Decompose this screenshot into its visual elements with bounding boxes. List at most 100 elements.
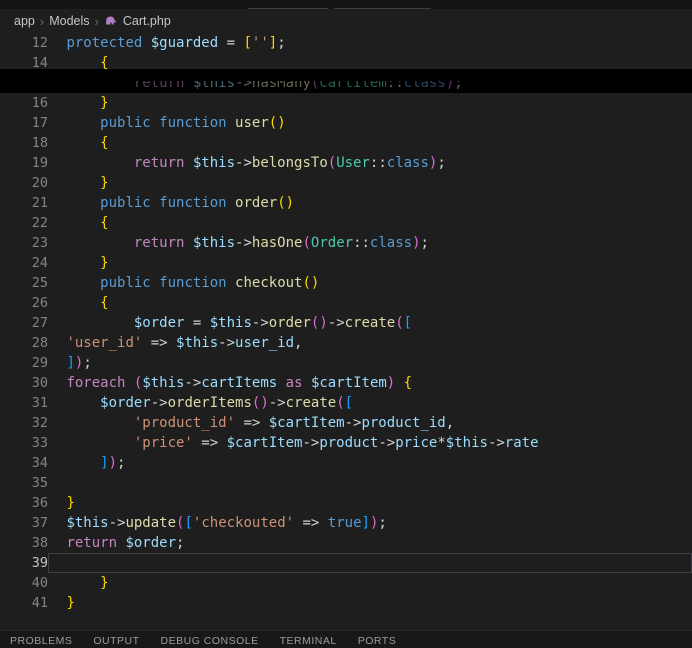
code-line[interactable]: 41 } bbox=[0, 593, 692, 613]
line-number[interactable]: 28 bbox=[0, 333, 48, 353]
code-line[interactable]: 38 return $order; bbox=[0, 533, 692, 553]
panel-tab-debug-console[interactable]: DEBUG CONSOLE bbox=[161, 635, 259, 647]
panel-tab-output[interactable]: OUTPUT bbox=[93, 635, 139, 647]
line-number[interactable]: 34 bbox=[0, 453, 48, 473]
code-token: [ bbox=[184, 515, 193, 531]
code-line[interactable]: 22 { bbox=[0, 213, 692, 233]
code-token: -> bbox=[268, 395, 286, 411]
line-number[interactable]: 22 bbox=[0, 213, 48, 233]
code-line[interactable]: 27 $order = $this->order()->create([ bbox=[0, 313, 692, 333]
breadcrumb: app › Models › Cart.php bbox=[0, 9, 692, 33]
code-token: -> bbox=[251, 315, 269, 331]
code-token: $cartItem bbox=[310, 375, 387, 391]
line-number[interactable]: 17 bbox=[0, 113, 48, 133]
code-line[interactable]: 24 } bbox=[0, 253, 692, 273]
code-text: { bbox=[48, 133, 692, 153]
code-line[interactable]: 29 ]); bbox=[0, 353, 692, 373]
code-line[interactable]: 18 { bbox=[0, 133, 692, 153]
line-number[interactable]: 29 bbox=[0, 353, 48, 373]
code-token: -> bbox=[378, 435, 396, 451]
code-token: -> bbox=[184, 375, 202, 391]
code-line[interactable]: 32 'product_id' => $cartItem->product_id… bbox=[0, 413, 692, 433]
line-number[interactable]: 37 bbox=[0, 513, 48, 533]
line-number[interactable]: 19 bbox=[0, 153, 48, 173]
code-token: ( bbox=[395, 315, 404, 331]
code-token: 'checkouted' bbox=[192, 515, 295, 531]
line-number[interactable]: 31 bbox=[0, 393, 48, 413]
line-number[interactable]: 36 bbox=[0, 493, 48, 513]
line-number[interactable]: 33 bbox=[0, 433, 48, 453]
code-line[interactable]: 28 'user_id' => $this->user_id, bbox=[0, 333, 692, 353]
code-text: $order = $this->order()->create([ bbox=[48, 313, 692, 333]
code-line[interactable]: 39 bbox=[0, 553, 692, 573]
line-number[interactable]: 38 bbox=[0, 533, 48, 553]
code-line[interactable]: 26 { bbox=[0, 293, 692, 313]
code-text: $this->update(['checkouted' => true]); bbox=[48, 513, 692, 533]
code-line[interactable]: 30 foreach ($this->cartItems as $cartIte… bbox=[0, 373, 692, 393]
code-line[interactable]: return $this->hasMany(CartItem::class); bbox=[0, 69, 692, 93]
code-token: function bbox=[159, 275, 227, 291]
code-line[interactable]: 31 $order->orderItems()->create([ bbox=[0, 393, 692, 413]
code-token: ; bbox=[454, 75, 463, 91]
line-number[interactable]: 40 bbox=[0, 573, 48, 593]
line-number[interactable]: 24 bbox=[0, 253, 48, 273]
line-number[interactable]: 30 bbox=[0, 373, 48, 393]
code-token: 'user_id' bbox=[66, 335, 143, 351]
line-number[interactable]: 32 bbox=[0, 413, 48, 433]
breadcrumb-item-app[interactable]: app bbox=[14, 14, 35, 28]
code-token: $cartItem bbox=[226, 435, 303, 451]
line-number[interactable]: 12 bbox=[0, 33, 48, 53]
code-token: public bbox=[100, 275, 151, 291]
panel-tab-ports[interactable]: PORTS bbox=[358, 635, 396, 647]
code-line[interactable]: 19 return $this->belongsTo(User::class); bbox=[0, 153, 692, 173]
code-line[interactable]: 36 } bbox=[0, 493, 692, 513]
panel-tab-terminal[interactable]: TERMINAL bbox=[280, 635, 337, 647]
tab-divider bbox=[248, 8, 328, 9]
code-line[interactable]: 35 bbox=[0, 473, 692, 493]
code-line[interactable]: 33 'price' => $cartItem->product->price*… bbox=[0, 433, 692, 453]
code-token: '' bbox=[251, 35, 269, 51]
code-token: ; bbox=[277, 35, 286, 51]
code-line[interactable]: 16 } bbox=[0, 93, 692, 113]
code-line[interactable]: 17 public function user() bbox=[0, 113, 692, 133]
code-text: 'price' => $cartItem->product->price*$th… bbox=[48, 433, 692, 453]
code-line[interactable]: 23 return $this->hasOne(Order::class); bbox=[0, 233, 692, 253]
line-number[interactable]: 18 bbox=[0, 133, 48, 153]
code-text: } bbox=[48, 173, 692, 193]
code-token: class bbox=[369, 235, 413, 251]
code-token: -> bbox=[108, 515, 126, 531]
code-token: $order bbox=[100, 395, 151, 411]
breadcrumb-item-models[interactable]: Models bbox=[49, 14, 89, 28]
line-number[interactable]: 16 bbox=[0, 93, 48, 113]
code-token: { bbox=[100, 295, 109, 311]
code-token: [ bbox=[243, 35, 252, 51]
code-token: -> bbox=[235, 235, 252, 251]
code-line[interactable]: 25 public function checkout() bbox=[0, 273, 692, 293]
code-line[interactable]: 21 public function order() bbox=[0, 193, 692, 213]
line-number[interactable]: 39 bbox=[0, 553, 48, 573]
code-token: cartItems bbox=[201, 375, 278, 391]
line-number[interactable]: 25 bbox=[0, 273, 48, 293]
line-number[interactable]: 35 bbox=[0, 473, 48, 493]
panel-tab-problems[interactable]: PROBLEMS bbox=[10, 635, 72, 647]
code-line[interactable]: 12 protected $guarded = ['']; bbox=[0, 33, 692, 53]
line-number[interactable]: 41 bbox=[0, 593, 48, 613]
code-line[interactable]: 20 } bbox=[0, 173, 692, 193]
chevron-right-icon: › bbox=[39, 13, 45, 29]
line-number[interactable]: 27 bbox=[0, 313, 48, 333]
code-text: } bbox=[48, 593, 692, 613]
breadcrumb-item-file[interactable]: Cart.php bbox=[123, 14, 171, 28]
line-number[interactable]: 23 bbox=[0, 233, 48, 253]
code-token: ) bbox=[386, 375, 396, 391]
code-line[interactable]: 34 ]); bbox=[0, 453, 692, 473]
line-number[interactable] bbox=[0, 73, 48, 93]
line-number[interactable]: 21 bbox=[0, 193, 48, 213]
code-line[interactable]: 40 } bbox=[0, 573, 692, 593]
code-line[interactable]: 37 $this->update(['checkouted' => true])… bbox=[0, 513, 692, 533]
line-number[interactable]: 26 bbox=[0, 293, 48, 313]
line-number[interactable]: 20 bbox=[0, 173, 48, 193]
code-token: ( bbox=[327, 155, 337, 171]
